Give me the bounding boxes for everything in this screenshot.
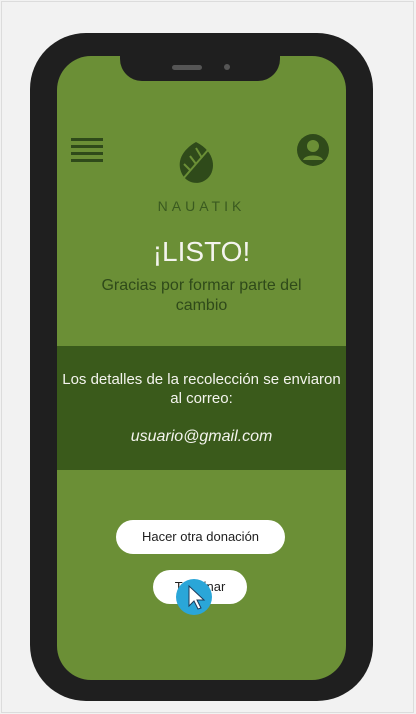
phone-notch (120, 33, 280, 81)
app-screen: NAUATIK ¡LISTO! Gracias por formar parte… (57, 56, 346, 680)
page-title: ¡LISTO! (152, 236, 251, 267)
speaker (172, 65, 202, 70)
donate-again-button[interactable]: Hacer otra donación (116, 520, 285, 554)
leaf-icon (179, 142, 213, 183)
user-icon[interactable] (297, 134, 329, 166)
menu-icon[interactable] (71, 138, 103, 162)
email-text: usuario@gmail.com (130, 428, 273, 445)
details-text: Los detalles de la recolección se enviar… (62, 371, 341, 407)
camera (224, 64, 230, 70)
cursor-icon (176, 579, 212, 615)
subtitle: Gracias por formar parte del cambio (101, 277, 302, 314)
details-panel: Los detalles de la recolección se enviar… (57, 346, 346, 470)
brand-name: NAUATIK (157, 198, 246, 214)
